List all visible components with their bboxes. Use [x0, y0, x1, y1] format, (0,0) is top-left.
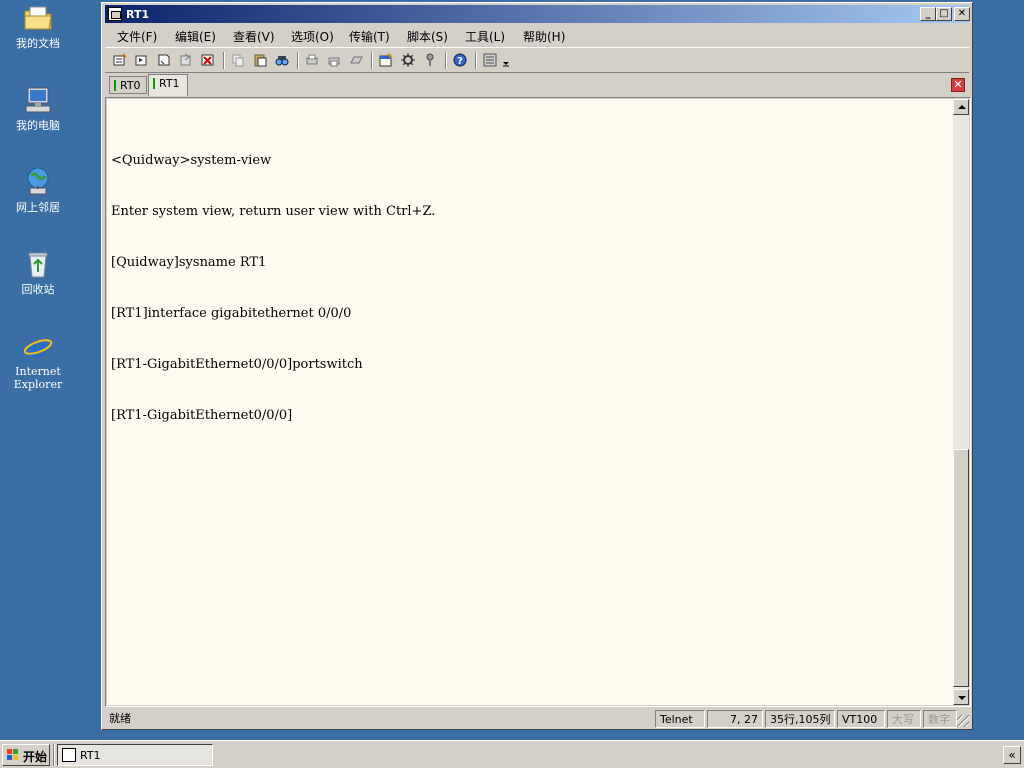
disconnect-icon[interactable]: [199, 52, 217, 68]
desktop-icon-label: Internet Explorer: [13, 365, 63, 391]
app-icon: [62, 748, 76, 762]
minimize-button[interactable]: _: [920, 7, 936, 21]
global-options-icon[interactable]: [399, 52, 417, 68]
session-status-indicator: [153, 78, 155, 89]
toolbar-overflow-icon[interactable]: [501, 52, 511, 68]
copy-icon[interactable]: [229, 52, 247, 68]
status-emulation: VT100: [837, 710, 885, 728]
arrow-down-icon: [958, 696, 966, 700]
toolbar-separator: [371, 52, 373, 69]
print-icon[interactable]: [303, 52, 321, 68]
terminal-output[interactable]: <Quidway>system-view Enter system view, …: [107, 99, 953, 705]
connect-icon[interactable]: [111, 52, 129, 68]
quick-connect-icon[interactable]: [133, 52, 151, 68]
desktop-icon-internet-explorer[interactable]: e Internet Explorer: [8, 330, 68, 391]
terminal-line: [RT1-GigabitEthernet0/0/0]portswitch: [111, 357, 363, 372]
terminal-line: [RT1]interface gigabitethernet 0/0/0: [111, 306, 352, 321]
menu-options[interactable]: 选项(O): [291, 28, 334, 45]
terminal-frame: <Quidway>system-view Enter system view, …: [105, 97, 971, 707]
status-cursor-position: 7, 27: [707, 710, 763, 728]
internet-explorer-icon: e: [22, 330, 54, 365]
securecrt-window: RT1 _ □ ✕ 文件(F) 编辑(E) 查看(V) 选项(O) 传输(T) …: [101, 2, 973, 730]
toolbar-separator: [223, 52, 225, 69]
desktop-icon-my-computer[interactable]: 我的电脑: [8, 84, 68, 132]
print-setup-icon[interactable]: [347, 52, 365, 68]
taskbar-separator: [53, 744, 55, 766]
close-tab-icon[interactable]: ✕: [951, 78, 965, 92]
menu-edit[interactable]: 编辑(E): [175, 28, 216, 45]
folder-documents-icon: [22, 2, 54, 34]
svg-text:?: ?: [457, 56, 463, 67]
tab-label: RT0: [120, 79, 141, 92]
find-icon[interactable]: [273, 52, 291, 68]
show-hidden-icons-button[interactable]: «: [1003, 746, 1021, 764]
start-button[interactable]: 开始: [2, 744, 50, 766]
desktop-icon-label: 我的电脑: [16, 119, 60, 132]
desktop-icon-my-documents[interactable]: 我的文档: [8, 2, 68, 50]
toolbar: ?: [105, 47, 969, 73]
toolbar-separator: [445, 52, 447, 69]
terminal-line: <Quidway>system-view: [111, 153, 272, 168]
scroll-down-button[interactable]: [953, 689, 969, 705]
properties-icon[interactable]: [481, 52, 499, 68]
paste-icon[interactable]: [251, 52, 269, 68]
status-caps-lock: 大写: [887, 710, 921, 728]
maximize-button[interactable]: □: [936, 7, 952, 21]
status-ready: 就绪: [109, 712, 131, 725]
session-tab-bar: RT0 RT1 ✕: [105, 74, 969, 96]
desktop-icon-label: 回收站: [21, 283, 55, 296]
app-icon: [108, 7, 122, 21]
svg-text:e: e: [28, 330, 47, 362]
windows-logo-icon: [7, 749, 18, 760]
window-title: RT1: [126, 8, 150, 21]
print-selection-icon[interactable]: [325, 52, 343, 68]
menu-bar: 文件(F) 编辑(E) 查看(V) 选项(O) 传输(T) 脚本(S) 工具(L…: [105, 25, 969, 45]
connect-in-tab-icon[interactable]: [155, 52, 173, 68]
menu-help[interactable]: 帮助(H): [523, 28, 565, 45]
toolbar-separator: [475, 52, 477, 69]
computer-icon: [22, 84, 54, 116]
scroll-up-button[interactable]: [953, 99, 969, 115]
status-terminal-size: 35行,105列: [765, 710, 835, 728]
key-icon[interactable]: [421, 52, 439, 68]
help-icon[interactable]: ?: [451, 52, 469, 68]
desktop-icon-network-places[interactable]: 网上邻居: [8, 166, 68, 214]
status-protocol: Telnet: [655, 710, 705, 728]
session-options-icon[interactable]: [377, 52, 395, 68]
network-icon: [22, 166, 54, 198]
desktop-icon-label: 网上邻居: [16, 201, 60, 214]
toolbar-separator: [297, 52, 299, 69]
desktop-icon-label: 我的文档: [16, 37, 60, 50]
taskbar: 开始 RT1 «: [0, 740, 1024, 768]
menu-file[interactable]: 文件(F): [117, 28, 157, 45]
menu-view[interactable]: 查看(V): [233, 28, 275, 45]
tab-rt0[interactable]: RT0: [109, 76, 147, 94]
arrow-up-icon: [958, 105, 966, 109]
tab-rt1[interactable]: RT1: [148, 74, 188, 96]
recycle-bin-icon: [22, 248, 54, 280]
terminal-line: [Quidway]sysname RT1: [111, 255, 267, 270]
taskbar-item-label: RT1: [80, 749, 101, 762]
reconnect-icon[interactable]: [177, 52, 195, 68]
resize-grip[interactable]: [957, 715, 969, 727]
session-status-indicator: [114, 80, 116, 91]
menu-transfer[interactable]: 传输(T): [349, 28, 390, 45]
status-num-lock: 数字: [923, 710, 957, 728]
start-label: 开始: [23, 750, 48, 764]
terminal-line: [RT1-GigabitEthernet0/0/0]: [111, 408, 293, 423]
tab-label: RT1: [159, 77, 180, 90]
terminal-line: Enter system view, return user view with…: [111, 204, 436, 219]
scrollbar-thumb[interactable]: [953, 449, 969, 687]
close-button[interactable]: ✕: [954, 7, 970, 21]
desktop-icon-recycle-bin[interactable]: 回收站: [8, 248, 68, 296]
vertical-scrollbar[interactable]: [953, 99, 969, 705]
status-bar: 就绪 Telnet 7, 27 35行,105列 VT100 大写 数字: [105, 709, 971, 729]
menu-script[interactable]: 脚本(S): [407, 28, 448, 45]
title-bar[interactable]: RT1 _ □ ✕: [105, 5, 970, 23]
taskbar-item-rt1[interactable]: RT1: [57, 744, 213, 766]
menu-tools[interactable]: 工具(L): [465, 28, 505, 45]
